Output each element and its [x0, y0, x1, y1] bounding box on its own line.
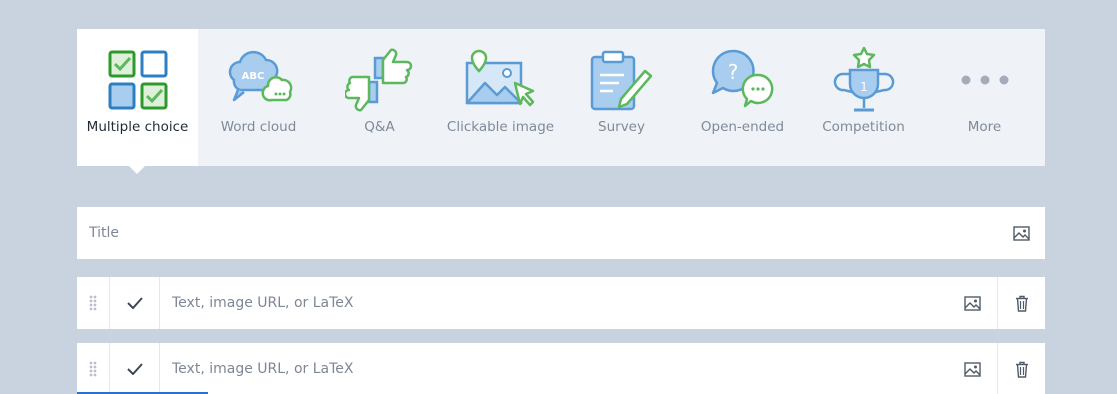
clickable-image-icon — [465, 46, 537, 114]
thumbs-up-down-icon — [344, 46, 416, 114]
type-label: Open-ended — [700, 119, 785, 135]
type-open-ended[interactable]: ? Open-ended — [682, 29, 803, 166]
type-label: More — [967, 119, 1002, 135]
title-input[interactable] — [77, 207, 997, 259]
option-add-image-button[interactable] — [947, 343, 997, 394]
trash-icon — [1015, 361, 1028, 378]
drag-handle-icon — [89, 361, 97, 377]
image-icon — [963, 295, 981, 311]
mark-correct-button[interactable] — [110, 343, 160, 394]
image-icon — [963, 361, 981, 377]
word-cloud-icon: ABC — [223, 46, 295, 114]
checkmark-icon — [126, 297, 143, 309]
type-multiple-choice[interactable]: Multiple choice — [77, 29, 198, 174]
type-label: Competition — [822, 119, 905, 135]
answer-option-row — [77, 343, 1045, 394]
title-field — [77, 207, 1045, 259]
type-more[interactable]: More — [924, 29, 1045, 166]
type-survey[interactable]: Survey — [561, 29, 682, 166]
option-input[interactable] — [160, 277, 947, 329]
multiple-choice-icon — [102, 46, 174, 114]
question-type-bar: Multiple choice ABC Word cloud Q&A Click… — [77, 29, 1045, 174]
answer-option-row — [77, 277, 1045, 329]
type-label: Q&A — [364, 119, 395, 135]
drag-handle[interactable] — [77, 343, 110, 394]
option-input[interactable] — [160, 343, 947, 394]
trophy-icon: 1 — [828, 46, 900, 114]
type-qa[interactable]: Q&A — [319, 29, 440, 166]
survey-clipboard-icon — [586, 46, 658, 114]
delete-option-button[interactable] — [997, 343, 1045, 394]
type-word-cloud[interactable]: ABC Word cloud — [198, 29, 319, 166]
image-icon — [1012, 225, 1030, 241]
type-label: Word cloud — [220, 119, 297, 135]
trophy-icon-text: 1 — [860, 80, 868, 94]
open-ended-icon: ? — [707, 46, 779, 114]
type-label: Multiple choice — [86, 119, 189, 135]
word-cloud-icon-text: ABC — [241, 71, 264, 82]
type-clickable-image[interactable]: Clickable image — [440, 29, 561, 166]
type-competition[interactable]: 1 Competition — [803, 29, 924, 166]
open-ended-icon-text: ? — [727, 60, 738, 84]
drag-handle-icon — [89, 295, 97, 311]
mark-correct-button[interactable] — [110, 277, 160, 329]
checkmark-icon — [126, 363, 143, 375]
option-add-image-button[interactable] — [947, 277, 997, 329]
drag-handle[interactable] — [77, 277, 110, 329]
more-dots-icon — [949, 46, 1021, 114]
type-label: Survey — [598, 119, 645, 135]
type-label: Clickable image — [446, 119, 555, 135]
delete-option-button[interactable] — [997, 277, 1045, 329]
trash-icon — [1015, 295, 1028, 312]
title-add-image-button[interactable] — [997, 207, 1045, 259]
